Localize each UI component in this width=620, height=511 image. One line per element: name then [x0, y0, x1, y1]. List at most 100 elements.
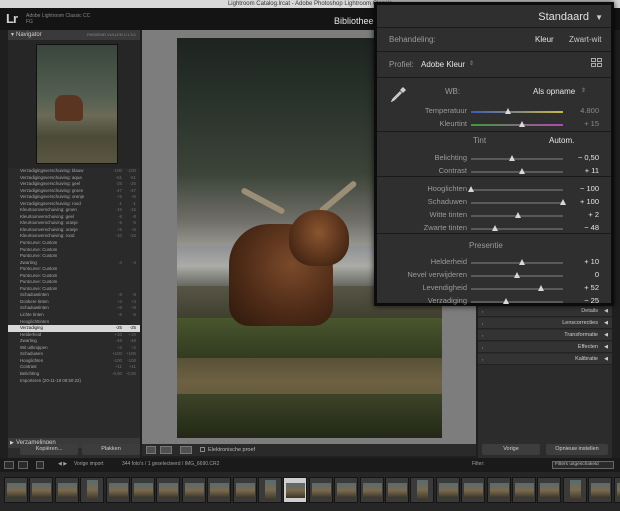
slider-highlights-value[interactable]: − 100 — [580, 184, 599, 193]
copy-settings-button[interactable]: Kopiëren... — [20, 444, 78, 455]
filmstrip-thumbnail[interactable] — [283, 477, 308, 503]
slider-tint-thumb[interactable] — [518, 121, 525, 127]
navigator-preview[interactable] — [8, 40, 140, 168]
filter-dropdown[interactable]: Filters uitgeschakeld — [552, 461, 614, 469]
filmstrip-thumbnail[interactable] — [105, 477, 130, 503]
toggle-icon[interactable]: ▪ — [482, 330, 483, 341]
slider-shadows-thumb[interactable] — [560, 199, 566, 205]
wb-dropdown[interactable]: Als opname — [533, 87, 575, 96]
slider-temperature-value[interactable]: 4.800 — [580, 106, 599, 115]
slider-dehaze-value[interactable]: 0 — [595, 270, 599, 279]
slider-vibrance-value[interactable]: + 52 — [584, 283, 599, 292]
filmstrip-thumbnail[interactable] — [308, 477, 333, 503]
monitor-2-icon[interactable] — [18, 461, 28, 469]
filmstrip-thumbnail[interactable] — [29, 477, 54, 503]
section-transform[interactable]: ▪ Transformatie ◀ — [478, 330, 612, 341]
toggle-icon[interactable]: ▪ — [482, 318, 483, 329]
before-after-split-icon[interactable] — [180, 446, 192, 454]
slider-temperature-thumb[interactable] — [504, 108, 511, 114]
filmstrip-thumbnail[interactable] — [588, 477, 613, 503]
slider-shadows-track[interactable] — [471, 202, 563, 204]
filmstrip-thumbnail[interactable] — [486, 477, 511, 503]
slider-clarity-thumb[interactable] — [518, 259, 525, 265]
profile-dropdown-arrow-icon[interactable]: ⇕ — [469, 60, 474, 67]
filmstrip-source[interactable]: Vorige import — [74, 461, 103, 467]
tone-auto-button[interactable]: Autom. — [549, 136, 574, 145]
slider-blacks-thumb[interactable] — [491, 225, 498, 231]
slider-temperature-track[interactable] — [471, 111, 563, 113]
slider-whites-thumb[interactable] — [514, 212, 521, 218]
treatment-bw-option[interactable]: Zwart-wit — [569, 35, 601, 44]
filmstrip-thumbnail[interactable] — [562, 477, 587, 503]
slider-tint-track[interactable] — [471, 124, 563, 126]
slider-highlights-thumb[interactable] — [468, 186, 474, 192]
slider-shadows[interactable]: Schaduwen + 100 — [377, 196, 611, 208]
slider-tint-value[interactable]: + 15 — [584, 119, 599, 128]
navigator-zoom-options[interactable]: PASSEND VULLEN 1:1 3:1 — [87, 30, 136, 40]
filmstrip-thumbnail[interactable] — [613, 477, 620, 503]
wb-dropdown-arrow-icon[interactable]: ⇕ — [581, 87, 586, 94]
filmstrip-thumbnail[interactable] — [80, 477, 105, 503]
section-lens[interactable]: ▪ Lenscorrecties ◀ — [478, 318, 612, 329]
eyedropper-icon[interactable] — [391, 86, 407, 102]
filmstrip-thumbnail[interactable] — [232, 477, 257, 503]
slider-tint[interactable]: Kleurtint + 15 — [377, 118, 611, 130]
slider-contrast-value[interactable]: + 11 — [585, 166, 599, 175]
filmstrip-thumbnail[interactable] — [258, 477, 282, 503]
slider-whites-value[interactable]: + 2 — [588, 210, 599, 219]
slider-contrast-track[interactable] — [471, 171, 563, 173]
filmstrip-thumbnail[interactable] — [537, 477, 562, 503]
monitor-1-icon[interactable] — [4, 461, 14, 469]
slider-saturation-track[interactable] — [471, 301, 563, 303]
slider-saturation-value[interactable]: − 25 — [584, 296, 599, 305]
filmstrip-back-icon[interactable]: ◀ ▶ — [58, 461, 67, 467]
toggle-icon[interactable]: ▪ — [482, 342, 483, 353]
soft-proof-checkbox[interactable] — [200, 447, 205, 452]
grid-view-icon[interactable] — [36, 461, 44, 469]
slider-blacks-value[interactable]: − 48 — [584, 223, 599, 232]
filmstrip-thumbnail[interactable] — [4, 477, 28, 503]
slider-saturation[interactable]: Verzadiging − 25 — [377, 295, 611, 307]
navigator-header[interactable]: ▼ Navigator PASSEND VULLEN 1:1 3:1 — [8, 30, 140, 40]
toggle-icon[interactable]: ▪ — [482, 354, 483, 365]
slider-exposure-track[interactable] — [471, 158, 563, 160]
slider-dehaze-thumb[interactable] — [514, 272, 520, 278]
filmstrip-thumbnail[interactable] — [512, 477, 536, 503]
slider-temperature[interactable]: Temperatuur 4.800 — [377, 105, 611, 117]
filmstrip-thumbnail[interactable] — [181, 477, 206, 503]
section-effects[interactable]: ▪ Effecten ◀ — [478, 342, 612, 353]
slider-contrast-thumb[interactable] — [518, 168, 525, 174]
filmstrip-thumbnail[interactable] — [435, 477, 460, 503]
basic-panel-header[interactable]: Standaard ▼ — [377, 5, 611, 27]
profile-browser-grid-icon[interactable] — [591, 58, 603, 68]
loupe-view-icon[interactable] — [146, 446, 156, 454]
filmstrip-thumbnail[interactable] — [359, 477, 384, 503]
slider-clarity[interactable]: Helderheid + 10 — [377, 256, 611, 268]
slider-whites[interactable]: Witte tinten + 2 — [377, 209, 611, 221]
slider-clarity-value[interactable]: + 10 — [584, 257, 599, 266]
toggle-icon[interactable]: ▪ — [482, 306, 483, 317]
slider-saturation-thumb[interactable] — [502, 298, 509, 304]
section-calibration[interactable]: ▪ Kalibratie ◀ — [478, 354, 612, 365]
reset-button[interactable]: Opnieuw instellen — [546, 444, 608, 455]
previous-button[interactable]: Vorige — [482, 444, 540, 455]
slider-highlights[interactable]: Hooglichten − 100 — [377, 183, 611, 195]
slider-blacks-track[interactable] — [471, 228, 563, 230]
filmstrip-thumbnail[interactable] — [385, 477, 409, 503]
slider-vibrance-track[interactable] — [471, 288, 563, 290]
slider-exposure[interactable]: Belichting − 0,50 — [377, 152, 611, 164]
slider-vibrance-thumb[interactable] — [537, 285, 544, 291]
slider-clarity-track[interactable] — [471, 262, 563, 264]
before-after-icon[interactable] — [160, 446, 172, 454]
section-details[interactable]: ▪ Details ◀ — [478, 306, 612, 317]
slider-vibrance[interactable]: Levendigheid + 52 — [377, 282, 611, 294]
slider-exposure-thumb[interactable] — [509, 155, 516, 161]
filmstrip-thumbnail[interactable] — [334, 477, 359, 503]
filmstrip-thumbnail[interactable] — [461, 477, 486, 503]
collapse-triangle-icon[interactable]: ▼ — [595, 13, 603, 22]
filmstrip-thumbnail[interactable] — [54, 477, 79, 503]
slider-highlights-track[interactable] — [471, 189, 563, 191]
filmstrip-thumbnail[interactable] — [156, 477, 181, 503]
slider-dehaze[interactable]: Nevel verwijderen 0 — [377, 269, 611, 281]
filmstrip[interactable] — [0, 472, 620, 511]
